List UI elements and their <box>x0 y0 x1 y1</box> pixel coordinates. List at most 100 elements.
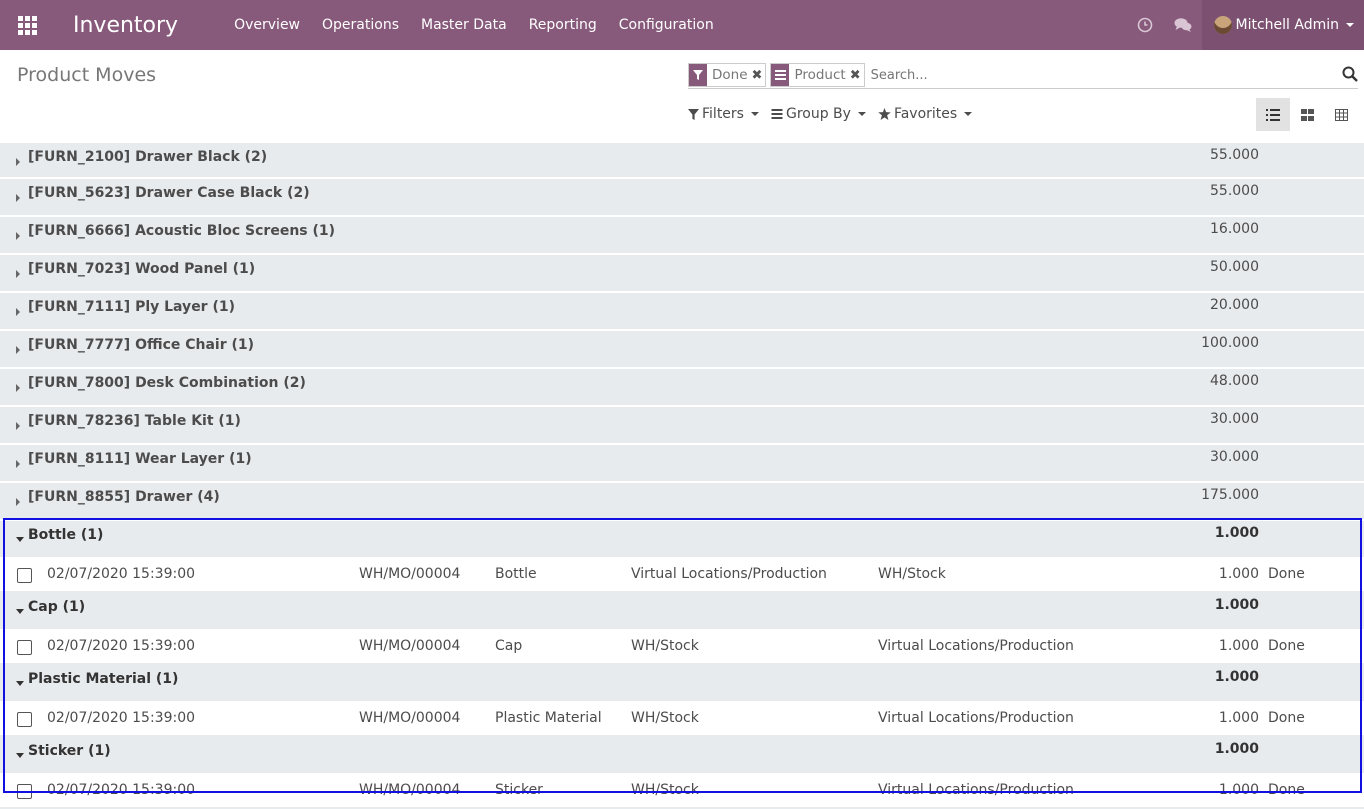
group-quantity: 48.000 <box>1210 373 1259 389</box>
group-quantity: 55.000 <box>1210 183 1259 199</box>
chevron-down-icon <box>858 112 866 116</box>
group-quantity: 50.000 <box>1210 259 1259 275</box>
group-label: Cap (1) <box>28 599 85 615</box>
chevron-down-icon <box>1346 23 1354 27</box>
favorites-dropdown[interactable]: Favorites <box>878 106 972 122</box>
filter-icon <box>688 109 699 120</box>
group-row[interactable]: [FURN_78236] Table Kit (1) 30.000 <box>0 407 1364 445</box>
apps-menu-icon[interactable] <box>0 0 54 50</box>
close-icon[interactable]: ✖ <box>850 68 864 83</box>
activity-clock-icon[interactable] <box>1126 0 1164 50</box>
group-label: Plastic Material (1) <box>28 671 178 687</box>
filters-dropdown[interactable]: Filters <box>688 106 759 122</box>
facet-filter: Done ✖ <box>688 63 766 87</box>
user-menu[interactable]: Mitchell Admin <box>1202 0 1364 50</box>
facet-value: Product <box>789 67 849 83</box>
group-label: [FURN_2100] Drawer Black (2) <box>28 149 267 165</box>
row-checkbox[interactable] <box>17 640 32 655</box>
group-row[interactable]: [FURN_8855] Drawer (4) 175.000 <box>0 483 1364 521</box>
groupby-dropdown[interactable]: Group By <box>771 106 866 122</box>
search-icon[interactable] <box>1342 66 1358 86</box>
cell-date: 02/07/2020 15:39:00 <box>47 782 195 798</box>
cell-status: Done <box>1268 638 1305 654</box>
kanban-view-icon[interactable] <box>1290 98 1324 131</box>
cell-product: Plastic Material <box>495 710 602 726</box>
pivot-view-icon[interactable] <box>1324 98 1358 131</box>
search-options: Filters Group By Favorites <box>688 106 984 122</box>
group-row-open[interactable]: Sticker (1) 1.000 <box>0 737 1364 775</box>
user-name: Mitchell Admin <box>1236 17 1340 33</box>
group-row[interactable]: [FURN_7777] Office Chair (1) 100.000 <box>0 331 1364 369</box>
favorites-label: Favorites <box>894 106 957 122</box>
caret-down-icon <box>16 537 24 542</box>
group-row[interactable]: [FURN_8111] Wear Layer (1) 30.000 <box>0 445 1364 483</box>
cell-quantity: 1.000 <box>1219 710 1259 726</box>
table-row[interactable]: 02/07/2020 15:39:00 WH/MO/00004 Bottle V… <box>0 559 1364 593</box>
group-row[interactable]: [FURN_7111] Ply Layer (1) 20.000 <box>0 293 1364 331</box>
group-row[interactable]: [FURN_6666] Acoustic Bloc Screens (1) 16… <box>0 217 1364 255</box>
menu-master-data[interactable]: Master Data <box>410 0 518 50</box>
view-switcher <box>1256 98 1358 131</box>
row-checkbox[interactable] <box>17 568 32 583</box>
menu-configuration[interactable]: Configuration <box>608 0 725 50</box>
caret-right-icon <box>16 232 20 240</box>
group-quantity: 1.000 <box>1215 597 1259 613</box>
group-label: [FURN_8855] Drawer (4) <box>28 489 220 505</box>
control-panel: Product Moves Done ✖ Product ✖ Filters <box>0 50 1364 144</box>
caret-down-icon <box>16 681 24 686</box>
table-row[interactable]: 02/07/2020 15:39:00 WH/MO/00004 Plastic … <box>0 703 1364 737</box>
cell-quantity: 1.000 <box>1219 782 1259 798</box>
search-input[interactable] <box>869 67 1323 84</box>
cell-from: WH/Stock <box>631 638 699 654</box>
group-quantity: 175.000 <box>1201 487 1259 503</box>
groupby-label: Group By <box>786 106 851 122</box>
caret-right-icon <box>16 308 20 316</box>
cell-from: Virtual Locations/Production <box>631 566 827 582</box>
close-icon[interactable]: ✖ <box>752 68 766 83</box>
cell-reference: WH/MO/00004 <box>359 782 460 798</box>
messaging-chat-icon[interactable] <box>1164 0 1202 50</box>
menu-overview[interactable]: Overview <box>223 0 311 50</box>
cell-date: 02/07/2020 15:39:00 <box>47 638 195 654</box>
caret-right-icon <box>16 498 20 506</box>
facet-value: Done <box>707 67 752 83</box>
group-row[interactable]: [FURN_7800] Desk Combination (2) 48.000 <box>0 369 1364 407</box>
star-icon <box>878 108 891 120</box>
table-row[interactable]: 02/07/2020 15:39:00 WH/MO/00004 Sticker … <box>0 775 1364 809</box>
group-quantity: 30.000 <box>1210 411 1259 427</box>
row-checkbox[interactable] <box>17 784 32 799</box>
row-checkbox[interactable] <box>17 712 32 727</box>
cell-status: Done <box>1268 566 1305 582</box>
group-label: [FURN_7800] Desk Combination (2) <box>28 375 306 391</box>
group-row[interactable]: [FURN_5623] Drawer Case Black (2) 55.000 <box>0 179 1364 217</box>
cell-reference: WH/MO/00004 <box>359 710 460 726</box>
main-menu: Overview Operations Master Data Reportin… <box>223 0 725 50</box>
group-label: [FURN_7111] Ply Layer (1) <box>28 299 235 315</box>
group-quantity: 1.000 <box>1215 669 1259 685</box>
group-label: Bottle (1) <box>28 527 103 543</box>
facet-groupby: Product ✖ <box>770 63 864 87</box>
list-view-icon[interactable] <box>1256 98 1290 131</box>
filter-icon <box>689 64 707 86</box>
menu-reporting[interactable]: Reporting <box>518 0 608 50</box>
group-row-open[interactable]: Bottle (1) 1.000 <box>0 521 1364 559</box>
group-by-icon <box>771 64 789 86</box>
cell-product: Sticker <box>495 782 543 798</box>
group-quantity: 55.000 <box>1210 147 1259 163</box>
cell-to: Virtual Locations/Production <box>878 638 1074 654</box>
group-label: [FURN_7023] Wood Panel (1) <box>28 261 255 277</box>
group-quantity: 30.000 <box>1210 449 1259 465</box>
grouped-list: [FURN_2100] Drawer Black (2) 55.000 [FUR… <box>0 143 1364 809</box>
caret-right-icon <box>16 194 20 202</box>
cell-reference: WH/MO/00004 <box>359 638 460 654</box>
group-row[interactable]: [FURN_2100] Drawer Black (2) 55.000 <box>0 143 1364 179</box>
table-row[interactable]: 02/07/2020 15:39:00 WH/MO/00004 Cap WH/S… <box>0 631 1364 665</box>
group-row-open[interactable]: Plastic Material (1) 1.000 <box>0 665 1364 703</box>
top-navbar: Inventory Overview Operations Master Dat… <box>0 0 1364 50</box>
search-bar: Done ✖ Product ✖ <box>688 62 1358 89</box>
cell-reference: WH/MO/00004 <box>359 566 460 582</box>
group-row-open[interactable]: Cap (1) 1.000 <box>0 593 1364 631</box>
app-title[interactable]: Inventory <box>73 13 178 38</box>
group-row[interactable]: [FURN_7023] Wood Panel (1) 50.000 <box>0 255 1364 293</box>
menu-operations[interactable]: Operations <box>311 0 410 50</box>
